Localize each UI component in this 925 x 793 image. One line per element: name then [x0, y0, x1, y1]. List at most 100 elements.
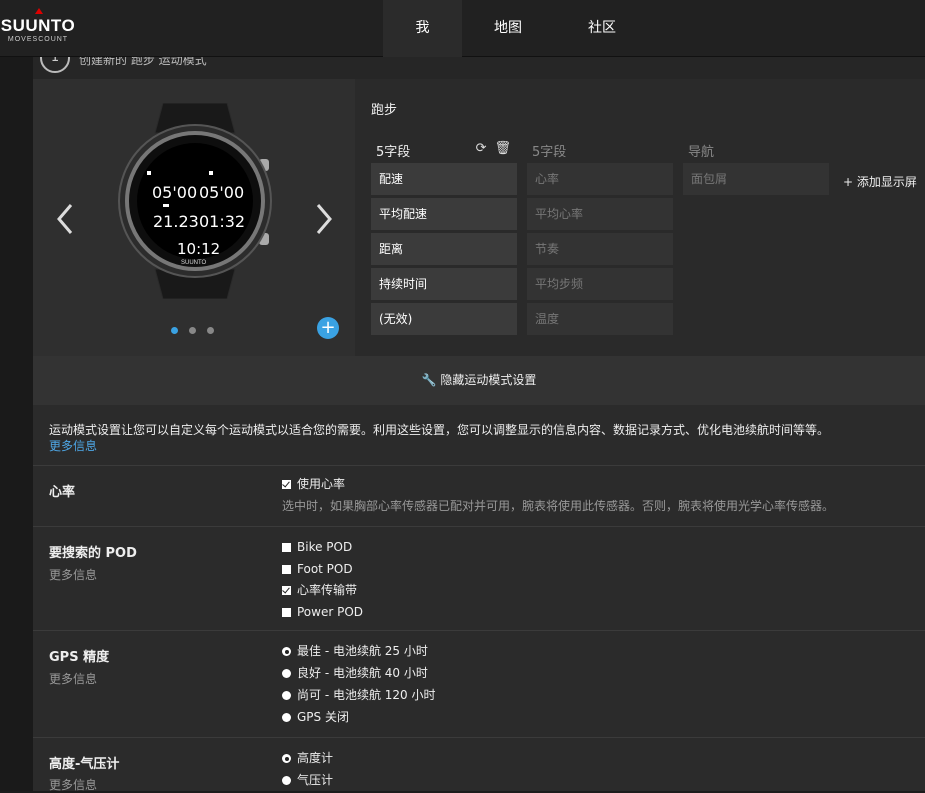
- add-screen-button[interactable]: + 添加显示屏: [843, 173, 917, 190]
- plus-icon[interactable]: +: [317, 317, 339, 339]
- carousel-dot[interactable]: [207, 327, 214, 334]
- watch-field-top-right: 05'00: [199, 183, 245, 202]
- option-label: Bike POD: [297, 540, 353, 554]
- display-screens-panel: 跑步 5字段 ⟳ 🗑 配速 平均配速 距离 持续时间 (无效) 5字段 心率 平均…: [355, 79, 925, 356]
- option-description: 选中时，如果胸部心率传感器已配对并可用，腕表将使用此传感器。否则，腕表将使用光学…: [282, 499, 835, 513]
- screen-title: 5字段: [532, 145, 567, 160]
- create-mode-title: 创建新的 跑步 运动模式: [79, 57, 207, 67]
- option-label: 气压计: [297, 773, 334, 787]
- checkbox[interactable]: [282, 543, 291, 552]
- altimeter-option[interactable]: 高度计: [282, 750, 333, 766]
- more-info-link[interactable]: 更多信息: [49, 776, 97, 793]
- screen-actions: ⟳ 🗑: [468, 141, 511, 156]
- option-label: 高度计: [297, 751, 334, 765]
- radio[interactable]: [282, 691, 291, 700]
- watch-field-top-left: 05'00: [152, 183, 198, 202]
- watch-field-mid-left: 21.23: [153, 212, 199, 231]
- wrench-icon: 🔧: [421, 373, 437, 387]
- radio[interactable]: [282, 713, 291, 722]
- screen-field[interactable]: 持续时间: [371, 268, 517, 300]
- radio[interactable]: [282, 669, 291, 678]
- checkbox[interactable]: [282, 565, 291, 574]
- logo-mark-icon: [35, 8, 43, 14]
- option-label: Foot POD: [297, 562, 353, 576]
- more-info-link[interactable]: 更多信息: [49, 438, 909, 454]
- screen-title: 5字段 ⟳ 🗑: [371, 141, 517, 163]
- screen-field[interactable]: 距离: [371, 233, 517, 265]
- altimeter-section: 高度-气压计 更多信息 高度计 气压计: [33, 737, 925, 793]
- checkbox[interactable]: [282, 480, 291, 489]
- section-title: 高度-气压计: [49, 757, 120, 772]
- carousel-dots: [171, 319, 225, 334]
- pod-option[interactable]: Foot POD: [282, 561, 353, 577]
- carousel-dot[interactable]: [171, 327, 178, 334]
- settings-intro: 运动模式设置让您可以自定义每个运动模式以适合您的需要。利用这些设置，您可以调整显…: [49, 422, 909, 454]
- carousel-dot[interactable]: [189, 327, 196, 334]
- screen-field[interactable]: 平均配速: [371, 198, 517, 230]
- gps-option[interactable]: GPS 关闭: [282, 709, 349, 725]
- gps-option[interactable]: 最佳 - 电池续航 25 小时: [282, 643, 428, 659]
- refresh-icon[interactable]: ⟳: [476, 141, 487, 156]
- screen-column[interactable]: 5字段 心率 平均心率 节奏 平均步频 温度: [527, 141, 673, 338]
- screen-field[interactable]: 配速: [371, 163, 517, 195]
- suunto-logo[interactable]: SUUNTO MOVESCOUNT: [0, 6, 76, 46]
- option-label: GPS 关闭: [297, 710, 349, 724]
- screen-field[interactable]: 平均心率: [527, 198, 673, 230]
- option-label: 使用心率: [297, 477, 346, 491]
- section-title: 要搜索的 POD: [49, 546, 137, 561]
- section-title: GPS 精度: [49, 650, 110, 665]
- screen-field[interactable]: 平均步频: [527, 268, 673, 300]
- watch-field-mid-right: 01:32: [199, 212, 246, 231]
- gps-option[interactable]: 尚可 - 电池续航 120 小时: [282, 687, 436, 703]
- screen-field[interactable]: 节奏: [527, 233, 673, 265]
- sport-mode-settings: 运动模式设置让您可以自定义每个运动模式以适合您的需要。利用这些设置，您可以调整显…: [33, 405, 925, 793]
- screen-field[interactable]: 心率: [527, 163, 673, 195]
- screen-field[interactable]: 面包屑: [683, 163, 829, 195]
- logo-wordmark: SUUNTO: [0, 16, 76, 35]
- pod-option[interactable]: Bike POD: [282, 539, 352, 555]
- pod-section: 要搜索的 POD 更多信息 Bike POD Foot POD 心率传输带 Po…: [33, 526, 925, 630]
- step-number: 1: [40, 57, 70, 73]
- nav-map[interactable]: 地图: [462, 0, 554, 57]
- use-heart-rate-checkbox[interactable]: 使用心率: [282, 476, 345, 492]
- left-gutter: [0, 57, 33, 791]
- create-mode-header: 1 创建新的 跑步 运动模式: [33, 57, 925, 79]
- option-label: 最佳 - 电池续航 25 小时: [297, 644, 428, 658]
- nav-me[interactable]: 我: [383, 0, 462, 57]
- chevron-right-icon[interactable]: [310, 199, 338, 239]
- checkbox[interactable]: [282, 608, 291, 617]
- heart-rate-section: 心率 使用心率 选中时，如果胸部心率传感器已配对并可用，腕表将使用此传感器。否则…: [33, 465, 925, 526]
- watch-preview-panel: 05'00 05'00 21.23 01:32 10:12 SUUNTO +: [33, 79, 355, 356]
- radio[interactable]: [282, 754, 291, 763]
- logo-subtitle: MOVESCOUNT: [7, 36, 69, 43]
- radio[interactable]: [282, 776, 291, 785]
- hide-settings-label: 隐藏运动模式设置: [440, 373, 537, 387]
- option-label: 良好 - 电池续航 40 小时: [297, 666, 428, 680]
- more-info-link[interactable]: 更多信息: [49, 566, 97, 583]
- screen-column: 5字段 ⟳ 🗑 配速 平均配速 距离 持续时间 (无效): [371, 141, 517, 338]
- watch-field-bottom: 10:12: [177, 240, 221, 258]
- checkbox[interactable]: [282, 586, 291, 595]
- hide-settings-button[interactable]: 🔧 隐藏运动模式设置: [33, 356, 925, 405]
- top-bar: SUUNTO MOVESCOUNT 我 地图 社区: [0, 0, 925, 57]
- screen-field[interactable]: 温度: [527, 303, 673, 335]
- nav-community[interactable]: 社区: [554, 0, 650, 57]
- screen-title-label: 5字段: [376, 145, 411, 160]
- option-label: 心率传输带: [297, 583, 358, 597]
- altimeter-option[interactable]: 气压计: [282, 772, 333, 788]
- intro-text: 运动模式设置让您可以自定义每个运动模式以适合您的需要。利用这些设置，您可以调整显…: [49, 423, 830, 437]
- radio[interactable]: [282, 647, 291, 656]
- pod-option[interactable]: 心率传输带: [282, 582, 357, 598]
- trash-icon[interactable]: 🗑: [494, 141, 511, 156]
- more-info-link[interactable]: 更多信息: [49, 670, 97, 687]
- option-label: Power POD: [297, 605, 364, 619]
- pod-option[interactable]: Power POD: [282, 604, 363, 620]
- section-title: 心率: [49, 485, 76, 500]
- screen-field[interactable]: (无效): [371, 303, 517, 335]
- chevron-left-icon[interactable]: [51, 199, 79, 239]
- gps-option[interactable]: 良好 - 电池续航 40 小时: [282, 665, 428, 681]
- screen-column[interactable]: 导航 面包屑: [683, 141, 829, 198]
- sport-mode-title: 跑步: [371, 103, 398, 118]
- option-label: 尚可 - 电池续航 120 小时: [297, 688, 436, 702]
- gps-section: GPS 精度 更多信息 最佳 - 电池续航 25 小时 良好 - 电池续航 40…: [33, 630, 925, 737]
